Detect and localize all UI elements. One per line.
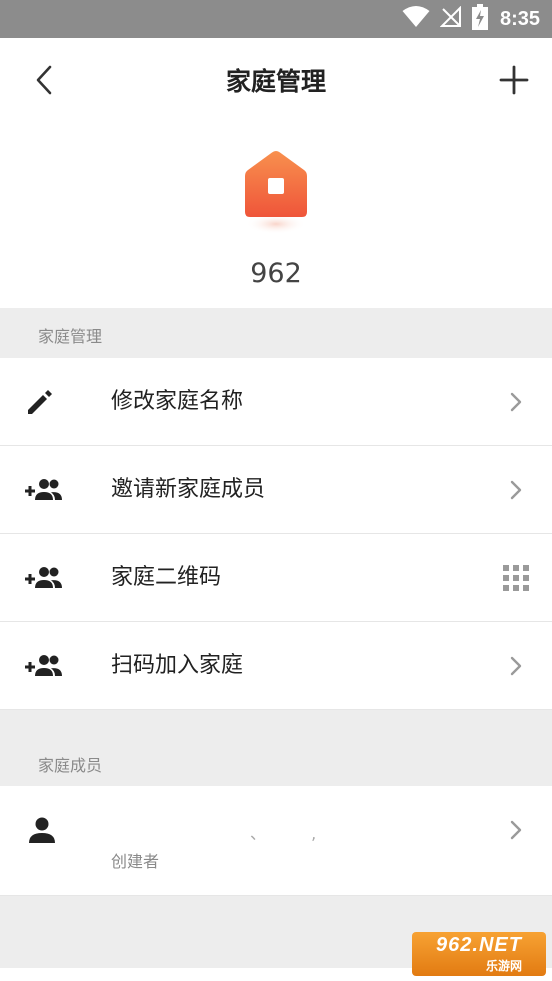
- add-button[interactable]: [496, 64, 532, 100]
- section-label: 家庭成员: [38, 756, 103, 775]
- status-time: 8:35: [499, 7, 540, 30]
- home-info: 962: [0, 126, 552, 308]
- watermark-subtext: 乐游网: [486, 959, 523, 973]
- section-header-manage: 家庭管理: [0, 308, 552, 358]
- chevron-right-icon: [502, 388, 530, 416]
- page-title: 家庭管理: [225, 67, 326, 96]
- add-member-icon: [24, 562, 64, 594]
- menu-item-label: 扫码加入家庭: [111, 653, 244, 678]
- member-role: 创建者: [111, 852, 160, 871]
- chevron-right-icon: [502, 816, 530, 844]
- add-member-icon: [24, 474, 64, 506]
- status-bar: 8:35: [0, 0, 552, 38]
- qr-grid-icon: [502, 564, 530, 592]
- section-label: 家庭管理: [38, 327, 103, 346]
- wifi-icon: [402, 6, 430, 32]
- home-name: 962: [250, 258, 302, 289]
- menu-item-label: 家庭二维码: [111, 565, 222, 590]
- plus-icon: [499, 65, 529, 99]
- menu-item-scan-join[interactable]: 扫码加入家庭: [0, 622, 552, 710]
- person-icon: [28, 816, 56, 844]
- menu-item-rename-family[interactable]: 修改家庭名称: [0, 358, 552, 446]
- chevron-right-icon: [502, 476, 530, 504]
- menu-item-invite-member[interactable]: 邀请新家庭成员: [0, 446, 552, 534]
- menu-item-label: 邀请新家庭成员: [111, 477, 266, 502]
- no-signal-icon: [439, 5, 462, 32]
- menu-item-family-qr[interactable]: 家庭二维码: [0, 534, 552, 622]
- watermark-logo: 962.NET 乐游网: [412, 932, 546, 976]
- menu-item-label: 修改家庭名称: [111, 389, 244, 414]
- add-member-icon: [24, 650, 64, 682]
- member-name: 、 ,: [250, 824, 337, 843]
- app-header: 家庭管理: [0, 38, 552, 126]
- status-icons: 8:35: [402, 4, 540, 34]
- battery-charging-icon: [471, 4, 488, 34]
- edit-icon: [24, 386, 64, 418]
- member-row[interactable]: 、 , 创建者: [0, 786, 552, 896]
- home-icon: [238, 148, 314, 234]
- chevron-right-icon: [502, 652, 530, 680]
- section-header-members: 家庭成员: [0, 710, 552, 786]
- watermark-text: 962.NET: [436, 934, 522, 956]
